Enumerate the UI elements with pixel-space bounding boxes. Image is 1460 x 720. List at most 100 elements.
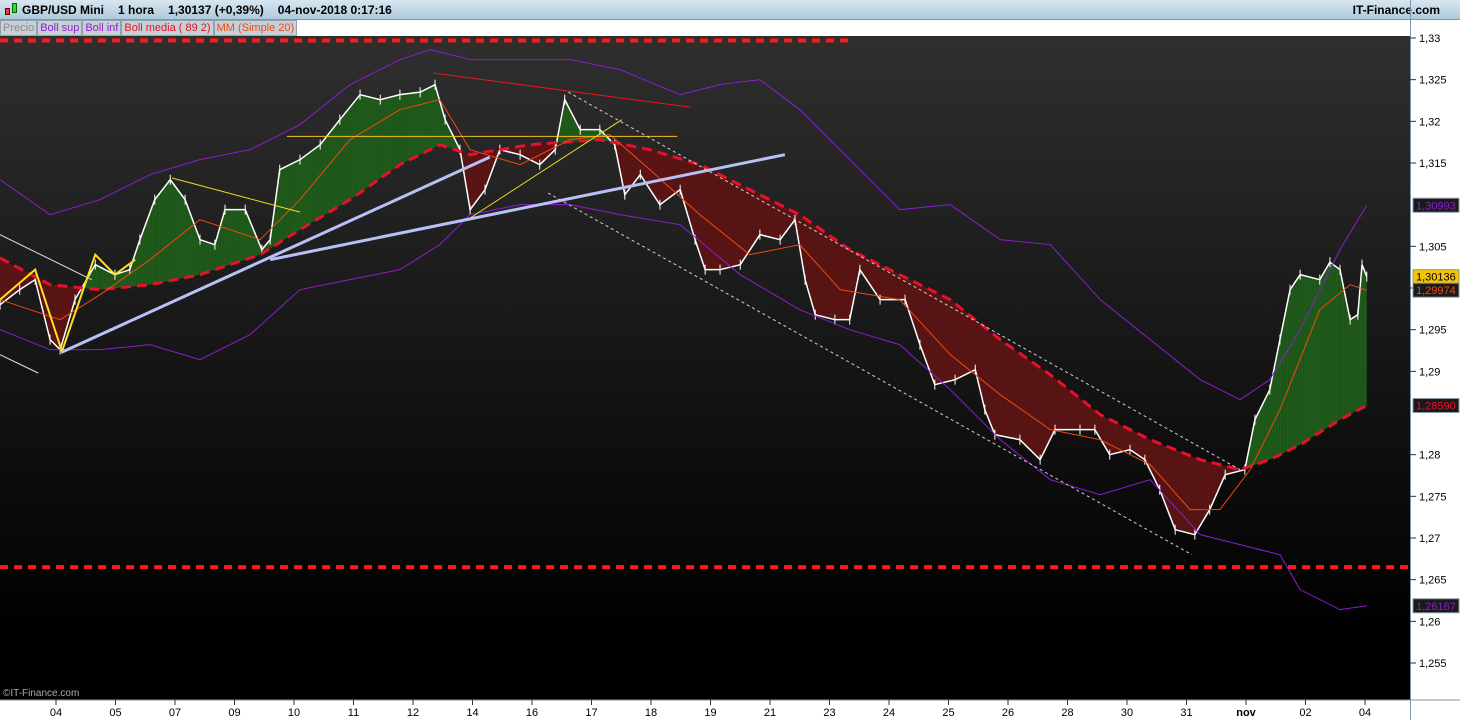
y-tick-label: 1,305 (1419, 241, 1447, 253)
fill-above (1258, 406, 1262, 464)
fill-below (1133, 431, 1137, 455)
fill-above (386, 97, 390, 174)
fill-above (1353, 315, 1357, 413)
fill-above (336, 120, 340, 208)
fill-above (1315, 278, 1318, 436)
fill-above (1332, 264, 1336, 425)
fill-below (1014, 349, 1018, 440)
fill-below (987, 329, 991, 425)
fill-above (151, 199, 155, 285)
fill-below (1065, 386, 1069, 430)
fill-below (999, 339, 1003, 437)
fill-below (728, 179, 732, 268)
fill-below (1005, 343, 1009, 438)
fill-below (476, 153, 480, 202)
fill-below (1181, 452, 1185, 532)
fill-below (993, 334, 997, 436)
fill-above (1294, 279, 1298, 448)
fill-above (398, 94, 402, 166)
fill-below (1157, 442, 1161, 492)
series-boll-sup (0, 49, 1368, 401)
y-tick-label: 1,265 (1419, 575, 1447, 587)
fill-below (925, 287, 929, 368)
fill-below (839, 242, 842, 320)
y-tick-label: 1,27 (1419, 533, 1440, 545)
x-tick-label: 23 (823, 707, 835, 719)
fill-above (1326, 262, 1330, 428)
fill-below (473, 153, 477, 206)
fill-below (996, 336, 1000, 436)
fill-below (958, 305, 961, 379)
fill-above (172, 182, 176, 281)
fill-below (743, 186, 747, 260)
fill-below (770, 200, 774, 239)
fill-above (416, 92, 420, 157)
y-tick-label: 1,33 (1419, 33, 1440, 45)
fill-above (354, 98, 358, 197)
fill-below (1190, 455, 1194, 535)
fill-above (374, 98, 378, 183)
fill-above (1309, 276, 1313, 440)
fill-below (1139, 434, 1143, 459)
fill-below (1169, 447, 1173, 522)
fill-above (392, 95, 396, 170)
x-tick-label: 25 (942, 707, 954, 719)
x-tick-label: 11 (348, 707, 359, 719)
fill-below (830, 235, 834, 320)
fill-below (699, 164, 703, 261)
fill-below (955, 303, 959, 380)
fill-below (1112, 420, 1116, 454)
fill-above (333, 124, 337, 210)
fill-above (98, 266, 102, 290)
fill-below (1032, 362, 1036, 455)
chart-svg: 1,331,3251,321,3151,3051,31,2951,291,281… (0, 33, 1460, 719)
x-tick-label: 09 (228, 707, 240, 719)
fill-above (368, 96, 372, 187)
fill-above (1306, 276, 1310, 441)
fill-below (1130, 429, 1134, 453)
x-tick-label: 18 (645, 707, 657, 719)
fill-below (1029, 360, 1033, 453)
fill-below (705, 167, 709, 270)
x-tick-label: 17 (585, 707, 597, 719)
fill-below (1062, 384, 1066, 430)
fill-below (1041, 368, 1045, 458)
fill-below (1172, 448, 1176, 530)
fill-below (877, 263, 881, 300)
fill-above (241, 209, 245, 262)
fill-above (1323, 267, 1327, 430)
fill-below (1068, 388, 1072, 430)
x-tick-label: 31 (1180, 707, 1192, 719)
fill-above (291, 162, 295, 235)
fill-below (1085, 403, 1089, 430)
x-tick-label: nov (1236, 707, 1256, 719)
fill-above (184, 198, 188, 278)
fill-above (148, 207, 152, 285)
fill-above (1276, 342, 1280, 457)
fill-above (288, 163, 292, 237)
fill-above (345, 109, 349, 203)
fill-above (371, 97, 375, 185)
fill-below (708, 168, 712, 270)
fill-below (1198, 459, 1202, 528)
fill-below (895, 272, 899, 300)
fill-below (53, 285, 57, 347)
fill-above (315, 145, 319, 221)
fill-below (969, 315, 973, 373)
fill-above (401, 94, 405, 164)
fill-below (734, 182, 738, 266)
fill-below (815, 225, 819, 316)
fill-below (880, 265, 884, 300)
fill-above (327, 131, 331, 214)
fill-above (205, 241, 209, 273)
fill-above (434, 84, 438, 148)
fill-above (365, 96, 369, 189)
fill-above (1362, 266, 1366, 408)
fill-above (383, 98, 387, 176)
fill-below (1088, 405, 1092, 430)
fill-above (1344, 293, 1348, 418)
fill-above (101, 267, 105, 290)
fill-below (943, 296, 947, 383)
x-tick-label: 10 (288, 707, 300, 719)
fill-below (940, 294, 944, 384)
